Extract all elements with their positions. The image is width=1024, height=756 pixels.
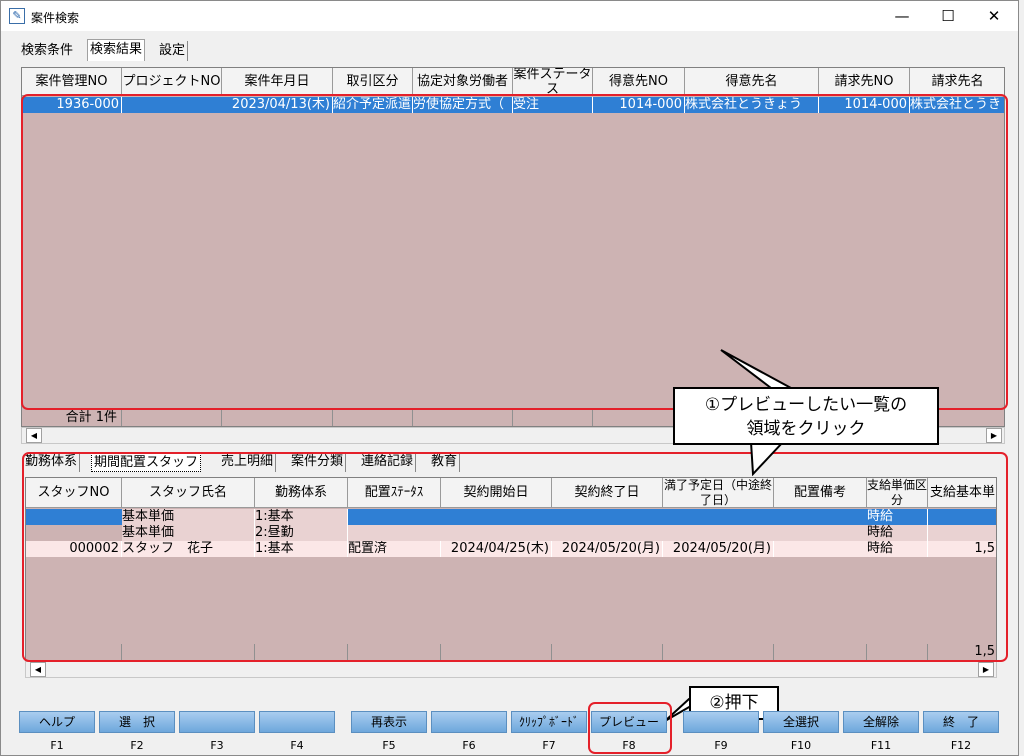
staff-hscrollbar[interactable]: ◀ ▶ xyxy=(25,661,997,678)
fkey-label: F5 xyxy=(382,739,396,752)
col-header[interactable]: 案件管理NO xyxy=(22,68,122,96)
deselect-all-button[interactable]: 全解除 xyxy=(843,711,919,733)
callout-text-line2: 領域をクリック xyxy=(746,419,866,439)
minimize-button[interactable]: — xyxy=(879,1,925,31)
exit-button[interactable]: 終 了 xyxy=(923,711,999,733)
select-button[interactable]: 選 択 xyxy=(99,711,175,733)
f4-button[interactable] xyxy=(259,711,335,733)
summary-cell xyxy=(333,410,413,426)
app-window: ✎ 案件検索 — ☐ ✕ 検索条件 検索結果 設定 案件管理NO プロジェクトN… xyxy=(0,0,1019,756)
fkey-label: F9 xyxy=(714,739,728,752)
refresh-button[interactable]: 再表示 xyxy=(351,711,427,733)
f9-button[interactable] xyxy=(683,711,759,733)
fkey-label: F6 xyxy=(462,739,476,752)
fkey-label: F1 xyxy=(50,739,64,752)
col-header[interactable]: 得意先NO xyxy=(593,68,685,96)
window-title: 案件検索 xyxy=(31,11,80,25)
scroll-left-icon[interactable]: ◀ xyxy=(30,662,46,677)
tab-search-conditions[interactable]: 検索条件 xyxy=(19,41,75,61)
col-header[interactable]: 協定対象労働者 xyxy=(413,68,513,96)
col-header[interactable]: 案件年月日 xyxy=(222,68,333,96)
fkey-label: F4 xyxy=(290,739,304,752)
col-header[interactable]: 請求先NO xyxy=(819,68,910,96)
summary-cell xyxy=(513,410,593,426)
col-header[interactable]: 得意先名 xyxy=(685,68,819,96)
callout-text-line1: ①プレビューしたい一覧の xyxy=(704,395,908,415)
col-header[interactable]: 案件ステータス xyxy=(513,68,593,96)
callout-select-area: ①プレビューしたい一覧の 領域をクリック xyxy=(673,387,939,445)
scroll-left-icon[interactable]: ◀ xyxy=(26,428,42,443)
select-all-button[interactable]: 全選択 xyxy=(763,711,839,733)
fkey-label: F10 xyxy=(790,739,812,752)
close-button[interactable]: ✕ xyxy=(971,1,1017,31)
tab-search-results[interactable]: 検索結果 xyxy=(87,39,146,61)
summary-cell xyxy=(413,410,513,426)
scroll-right-icon[interactable]: ▶ xyxy=(978,662,994,677)
fkey-label: F7 xyxy=(542,739,556,752)
scroll-right-icon[interactable]: ▶ xyxy=(986,428,1002,443)
col-header[interactable]: 請求先名 xyxy=(910,68,1004,96)
fkey-label: F3 xyxy=(210,739,224,752)
summary-cell xyxy=(222,410,333,426)
f3-button[interactable] xyxy=(179,711,255,733)
f6-button[interactable] xyxy=(431,711,507,733)
tab-settings[interactable]: 設定 xyxy=(157,41,189,61)
help-button[interactable]: ヘルプ xyxy=(19,711,95,733)
fkey-label: F12 xyxy=(950,739,972,752)
fkey-label: F11 xyxy=(870,739,892,752)
app-icon: ✎ xyxy=(9,8,25,24)
col-header[interactable]: プロジェクトNO xyxy=(122,68,222,96)
highlight-staff-area xyxy=(22,452,1008,662)
total-count: 合計 1件 xyxy=(22,410,122,426)
clipboard-button[interactable]: ｸﾘｯﾌﾟﾎﾞｰﾄﾞ xyxy=(511,711,587,733)
fkey-label: F2 xyxy=(130,739,144,752)
title-bar: ✎ 案件検索 — ☐ ✕ xyxy=(1,1,1018,31)
maximize-button[interactable]: ☐ xyxy=(925,1,971,31)
summary-cell xyxy=(122,410,222,426)
col-header[interactable]: 取引区分 xyxy=(333,68,413,96)
highlight-preview-button xyxy=(588,702,672,754)
